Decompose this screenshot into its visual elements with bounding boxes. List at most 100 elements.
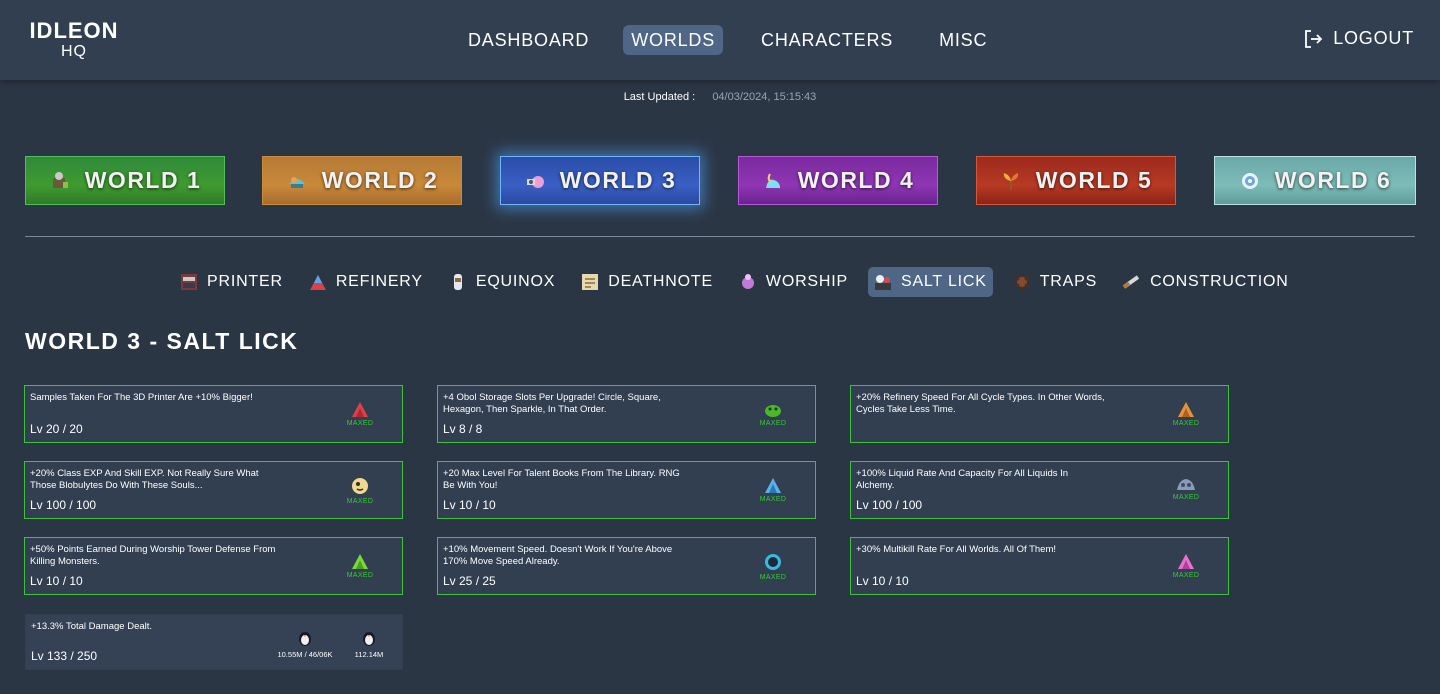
card-description: +50% Points Earned During Worship Tower … bbox=[30, 544, 276, 567]
maxed-label: MAXED bbox=[346, 498, 374, 505]
subtab-construction[interactable]: CONSTRUCTION bbox=[1117, 267, 1294, 297]
red-salt-icon bbox=[352, 402, 368, 417]
card-description: +20% Refinery Speed For All Cycle Types.… bbox=[856, 392, 1105, 415]
card-cost-total: 112.14M bbox=[348, 629, 390, 659]
logout-icon bbox=[1305, 29, 1323, 48]
crystal-rock-icon bbox=[1177, 479, 1195, 490]
salt-lick-card: +13.3% Total Damage Dealt. Lv 133 / 250 … bbox=[25, 614, 403, 670]
printer-icon bbox=[181, 274, 197, 290]
traps-icon bbox=[1013, 273, 1031, 291]
card-cost: MAXED bbox=[340, 476, 380, 505]
nav-worlds[interactable]: WORLDS bbox=[623, 25, 724, 55]
equinox-icon bbox=[453, 274, 462, 290]
maxed-label: MAXED bbox=[759, 420, 787, 427]
maxed-label: MAXED bbox=[1172, 494, 1200, 501]
refinery-icon bbox=[309, 275, 326, 290]
penguin-icon bbox=[299, 632, 311, 646]
card-level: Lv 133 / 250 bbox=[31, 649, 98, 663]
worship-icon bbox=[741, 274, 754, 289]
salt-lick-card: +30% Multikill Rate For All Worlds. All … bbox=[850, 537, 1229, 595]
subtab-traps-label: TRAPS bbox=[1039, 273, 1098, 290]
card-cost: MAXED bbox=[753, 476, 793, 503]
top-navbar: IDLEON HQ DASHBOARD WORLDS CHARACTERS MI… bbox=[0, 0, 1440, 80]
salt-lick-card: +50% Points Earned During Worship Tower … bbox=[24, 537, 403, 595]
nav-characters[interactable]: CHARACTERS bbox=[753, 25, 901, 55]
card-description: +30% Multikill Rate For All Worlds. All … bbox=[856, 544, 1057, 555]
card-level: Lv 100 / 100 bbox=[856, 498, 923, 512]
logo-subtitle: HQ bbox=[61, 43, 87, 60]
subtab-worship[interactable]: WORSHIP bbox=[733, 267, 854, 297]
deathnote-icon bbox=[582, 274, 599, 290]
card-description: +10% Movement Speed. Doesn't Work If You… bbox=[443, 544, 673, 567]
cost-amount: 10.55M / 46/06K bbox=[277, 650, 333, 659]
world-tab-6[interactable]: WORLD 6 bbox=[1214, 156, 1416, 205]
subtab-printer[interactable]: PRINTER bbox=[174, 267, 289, 297]
world-sub-nav: PRINTER REFINERY EQUINOX DEATHNOTE WORSH… bbox=[174, 267, 1309, 297]
logo[interactable]: IDLEON HQ bbox=[26, 20, 122, 60]
maxed-label: MAXED bbox=[759, 496, 787, 503]
card-description: +100% Liquid Rate And Capacity For All L… bbox=[856, 468, 1069, 491]
subtab-equinox[interactable]: EQUINOX bbox=[443, 267, 561, 297]
world-tab-3[interactable]: WORLD 3 bbox=[500, 156, 700, 205]
world1-icon bbox=[52, 171, 68, 188]
salt-lick-card: +20% Class EXP And Skill EXP. Not Really… bbox=[24, 461, 403, 519]
world5-icon bbox=[1003, 172, 1018, 190]
subtab-equinox-label: EQUINOX bbox=[475, 273, 556, 290]
green-slime-icon bbox=[765, 405, 781, 417]
world-tab-4-label: WORLD 4 bbox=[797, 167, 915, 193]
cost-total: 112.14M bbox=[354, 650, 384, 659]
world-tab-1[interactable]: WORLD 1 bbox=[25, 156, 225, 205]
card-cost: MAXED bbox=[1166, 552, 1206, 579]
world-tab-5-label: WORLD 5 bbox=[1035, 167, 1153, 193]
nav-misc[interactable]: MISC bbox=[931, 25, 995, 55]
maxed-label: MAXED bbox=[1172, 420, 1200, 427]
maxed-label: MAXED bbox=[759, 574, 787, 581]
nav-dashboard[interactable]: DASHBOARD bbox=[460, 25, 597, 55]
maxed-label: MAXED bbox=[1172, 572, 1200, 579]
world3-icon bbox=[526, 175, 544, 188]
salt-lick-card: +100% Liquid Rate And Capacity For All L… bbox=[850, 461, 1229, 519]
last-updated-value: 04/03/2024, 15:15:43 bbox=[712, 91, 817, 103]
subtab-construction-label: CONSTRUCTION bbox=[1150, 273, 1289, 290]
card-cost: MAXED bbox=[1166, 400, 1206, 427]
world-tab-3-label: WORLD 3 bbox=[559, 167, 677, 193]
blue-salt-icon bbox=[765, 478, 781, 493]
orange-salt-icon bbox=[1178, 402, 1194, 417]
card-cost: 10.55M / 46/06K bbox=[270, 629, 340, 659]
card-level: Lv 10 / 10 bbox=[856, 574, 909, 588]
salt-lick-icon bbox=[874, 275, 891, 290]
subtab-deathnote[interactable]: DEATHNOTE bbox=[575, 267, 719, 297]
subtab-worship-label: WORSHIP bbox=[765, 273, 848, 290]
card-level: Lv 10 / 10 bbox=[443, 498, 496, 512]
logout-button[interactable]: LOGOUT bbox=[1303, 28, 1414, 49]
card-description: +4 Obol Storage Slots Per Upgrade! Circl… bbox=[443, 392, 661, 415]
world-tab-4[interactable]: WORLD 4 bbox=[738, 156, 938, 205]
card-cost: MAXED bbox=[753, 400, 793, 427]
card-level: Lv 8 / 8 bbox=[443, 422, 483, 436]
pink-salt-icon bbox=[1178, 554, 1194, 569]
maxed-label: MAXED bbox=[346, 420, 374, 427]
card-level: Lv 100 / 100 bbox=[30, 498, 97, 512]
soul-icon bbox=[352, 478, 368, 494]
logout-label: LOGOUT bbox=[1333, 28, 1414, 48]
world-tab-2[interactable]: WORLD 2 bbox=[262, 156, 462, 205]
card-description: +13.3% Total Damage Dealt. bbox=[31, 621, 153, 632]
subtab-refinery[interactable]: REFINERY bbox=[303, 267, 429, 297]
portal-icon bbox=[765, 554, 781, 570]
card-description: +20% Class EXP And Skill EXP. Not Really… bbox=[30, 468, 259, 491]
card-level: Lv 10 / 10 bbox=[30, 574, 83, 588]
maxed-label: MAXED bbox=[346, 572, 374, 579]
card-cost: MAXED bbox=[340, 400, 380, 427]
salt-lick-card: +20% Refinery Speed For All Cycle Types.… bbox=[850, 385, 1229, 443]
subtab-refinery-label: REFINERY bbox=[335, 273, 423, 290]
card-description: +20 Max Level For Talent Books From The … bbox=[443, 468, 680, 491]
world2-icon bbox=[288, 176, 305, 188]
subtab-traps[interactable]: TRAPS bbox=[1007, 267, 1103, 297]
last-updated: Last Updated : 04/03/2024, 15:15:43 bbox=[0, 91, 1440, 103]
section-divider bbox=[25, 236, 1415, 237]
world-tab-5[interactable]: WORLD 5 bbox=[976, 156, 1176, 205]
salt-lick-card: Samples Taken For The 3D Printer Are +10… bbox=[24, 385, 403, 443]
card-cost: MAXED bbox=[1166, 476, 1206, 501]
world-tab-2-label: WORLD 2 bbox=[321, 167, 439, 193]
subtab-salt-lick[interactable]: SALT LICK bbox=[867, 267, 993, 297]
